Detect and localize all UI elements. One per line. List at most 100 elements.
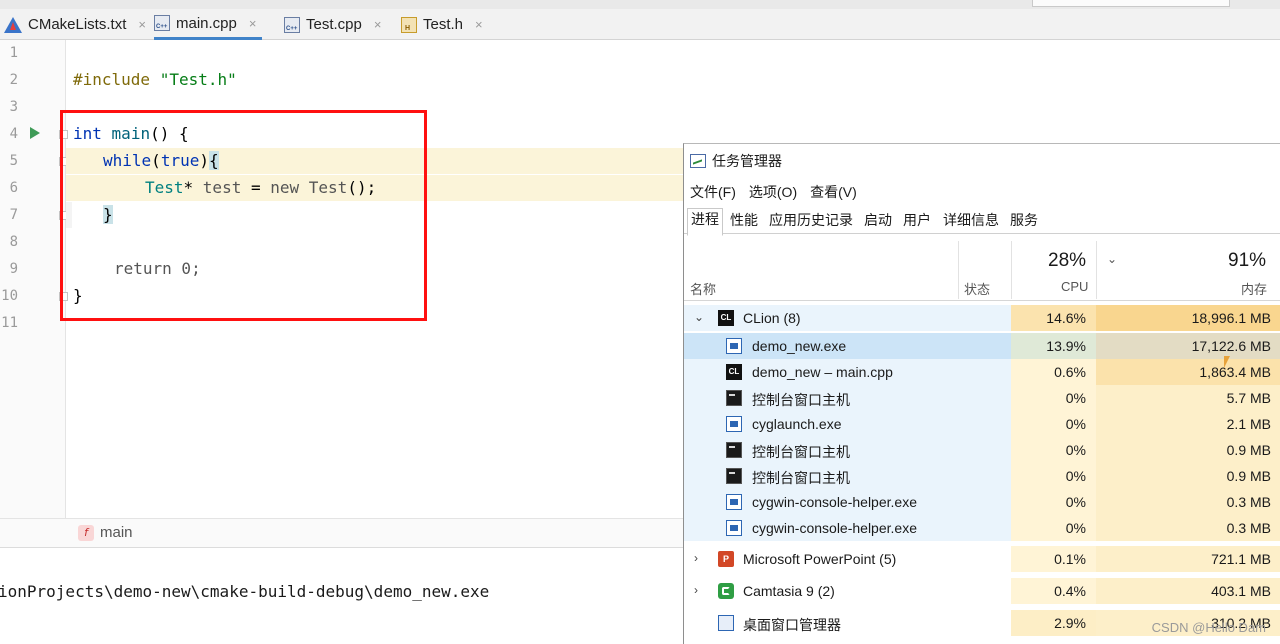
table-row[interactable]: › P Microsoft PowerPoint (5) 0.1% 721.1 MB xyxy=(684,546,1280,572)
cpu-cell: 0.4% xyxy=(1011,578,1096,604)
memory-value: 0.3 MB xyxy=(1226,520,1271,536)
cpu-cell: 2.9% xyxy=(1011,610,1096,636)
cpu-value: 0% xyxy=(1065,520,1086,536)
table-row[interactable]: 控制台窗口主机 0% 5.7 MB xyxy=(684,385,1280,411)
cpu-value: 2.9% xyxy=(1054,615,1086,631)
menu-options[interactable]: 选项(O) xyxy=(749,182,797,202)
table-row[interactable]: ⌄ CL CLion (8) 14.6% 18,996.1 MB xyxy=(684,305,1280,331)
column-header-name[interactable]: 名称 xyxy=(690,279,716,298)
app-window-icon xyxy=(726,338,742,354)
line-number: 4 xyxy=(9,126,18,142)
cpu-value: 0.6% xyxy=(1054,364,1086,380)
cpu-cell: 0% xyxy=(1011,463,1096,489)
memory-value: 0.3 MB xyxy=(1226,494,1271,510)
memory-cell: 5.7 MB xyxy=(1096,385,1280,411)
memory-value: 0.9 MB xyxy=(1226,468,1271,484)
cpu-cell: 0% xyxy=(1011,515,1096,541)
close-icon[interactable]: × xyxy=(374,17,382,32)
tab-processes[interactable]: 进程 xyxy=(687,208,723,236)
menu-file[interactable]: 文件(F) xyxy=(690,182,736,202)
expand-right-icon[interactable]: › xyxy=(694,551,698,565)
watermark: CSDN @Hello Dam xyxy=(1151,620,1266,635)
table-row[interactable]: cyglaunch.exe 0% 2.1 MB xyxy=(684,411,1280,437)
process-name: CLion (8) xyxy=(743,310,801,326)
memory-cell: 0.3 MB xyxy=(1096,489,1280,515)
cpu-total[interactable]: 28% xyxy=(1048,250,1086,272)
memory-value: 17,122.6 MB xyxy=(1191,338,1271,354)
table-row[interactable]: CL demo_new – main.cpp 0.6% 1,863.4 MB xyxy=(684,359,1280,385)
table-row[interactable]: 控制台窗口主机 0% 0.9 MB xyxy=(684,463,1280,489)
cpu-value: 0% xyxy=(1065,468,1086,484)
task-manager-window: 任务管理器 文件(F) 选项(O) 查看(V) 进程 性能 应用历史记录 启动 … xyxy=(683,143,1280,644)
cpu-cell: 0% xyxy=(1011,411,1096,437)
tab-performance[interactable]: 性能 xyxy=(727,210,761,233)
close-icon[interactable]: × xyxy=(138,17,146,32)
memory-cell: 1,863.4 MB xyxy=(1096,359,1280,385)
line-number: 5 xyxy=(9,153,18,169)
memory-value: 403.1 MB xyxy=(1211,583,1271,599)
memory-value: 18,996.1 MB xyxy=(1191,310,1271,326)
column-header-cpu[interactable]: CPU xyxy=(1061,279,1088,294)
line-number: 9 xyxy=(9,261,18,277)
cpu-value: 0.1% xyxy=(1054,551,1086,567)
cpu-cell: 14.6% xyxy=(1011,305,1096,331)
app-window-icon xyxy=(726,494,742,510)
process-name: 控制台窗口主机 xyxy=(752,392,850,408)
breadcrumb-item-main[interactable]: main xyxy=(100,524,133,541)
close-icon[interactable]: × xyxy=(475,17,483,32)
cpu-cell: 0% xyxy=(1011,437,1096,463)
tab-app-history[interactable]: 应用历史记录 xyxy=(766,210,856,233)
app-window-icon xyxy=(726,416,742,432)
annotation-highlight-box xyxy=(60,110,427,321)
memory-total[interactable]: 91% xyxy=(1228,250,1266,272)
menu-bar: 文件(F) 选项(O) 查看(V) xyxy=(690,182,857,202)
tab-test-cpp[interactable]: C++ Test.cpp × xyxy=(284,9,381,40)
memory-cell: 0.9 MB xyxy=(1096,463,1280,489)
memory-value: 1,863.4 MB xyxy=(1199,364,1271,380)
tab-label: Test.h xyxy=(423,16,464,33)
cpu-value: 0% xyxy=(1065,390,1086,406)
cpu-cell: 0% xyxy=(1011,489,1096,515)
window-title: 任务管理器 xyxy=(690,151,782,171)
tab-cmakelists[interactable]: CMakeLists.txt × xyxy=(4,9,146,40)
cpu-cell: 0.6% xyxy=(1011,359,1096,385)
memory-value: 0.9 MB xyxy=(1226,442,1271,458)
tab-startup[interactable]: 启动 xyxy=(861,210,895,233)
cpu-value: 0% xyxy=(1065,416,1086,432)
run-output-path: ionProjects\demo-new\cmake-build-debug\d… xyxy=(0,582,490,601)
table-row[interactable]: › Camtasia 9 (2) 0.4% 403.1 MB xyxy=(684,578,1280,604)
table-row[interactable]: cygwin-console-helper.exe 0% 0.3 MB xyxy=(684,489,1280,515)
cpp-file-icon: C++ xyxy=(154,15,170,31)
window-manager-icon xyxy=(718,615,734,631)
tab-users[interactable]: 用户 xyxy=(900,210,934,233)
line-number: 3 xyxy=(9,99,18,115)
table-row[interactable]: demo_new.exe 13.9% 17,122.6 MB xyxy=(684,333,1280,359)
run-config-selector[interactable] xyxy=(1032,0,1230,7)
tab-details[interactable]: 详细信息 xyxy=(940,210,1002,233)
table-row[interactable]: cygwin-console-helper.exe 0% 0.3 MB xyxy=(684,515,1280,541)
process-name: 控制台窗口主机 xyxy=(752,470,850,486)
table-row[interactable]: 控制台窗口主机 0% 0.9 MB xyxy=(684,437,1280,463)
memory-cell: 403.1 MB xyxy=(1096,578,1280,604)
tab-main-cpp[interactable]: C++ main.cpp × xyxy=(154,9,263,40)
cpp-file-icon: C++ xyxy=(284,16,300,33)
clion-icon: CL xyxy=(718,310,734,326)
line-number: 8 xyxy=(9,234,18,250)
tab-services[interactable]: 服务 xyxy=(1007,210,1041,233)
expand-right-icon[interactable]: › xyxy=(694,583,698,597)
cpu-value: 0.4% xyxy=(1054,583,1086,599)
menu-view[interactable]: 查看(V) xyxy=(810,182,857,202)
cpu-value: 0% xyxy=(1065,442,1086,458)
column-header-status[interactable]: 状态 xyxy=(964,279,990,298)
memory-cell: 18,996.1 MB xyxy=(1096,305,1280,331)
close-icon[interactable]: × xyxy=(249,16,257,31)
memory-cell: 0.9 MB xyxy=(1096,437,1280,463)
header-file-icon: H xyxy=(401,16,417,33)
code-line-2[interactable]: #include "Test.h" xyxy=(73,70,237,89)
camtasia-icon xyxy=(718,583,734,599)
tab-test-h[interactable]: H Test.h × xyxy=(401,9,483,40)
run-gutter-icon[interactable] xyxy=(30,127,40,139)
process-name: cyglaunch.exe xyxy=(752,416,842,432)
column-header-memory[interactable]: 内存 xyxy=(1241,279,1267,298)
expand-down-icon[interactable]: ⌄ xyxy=(694,310,704,324)
